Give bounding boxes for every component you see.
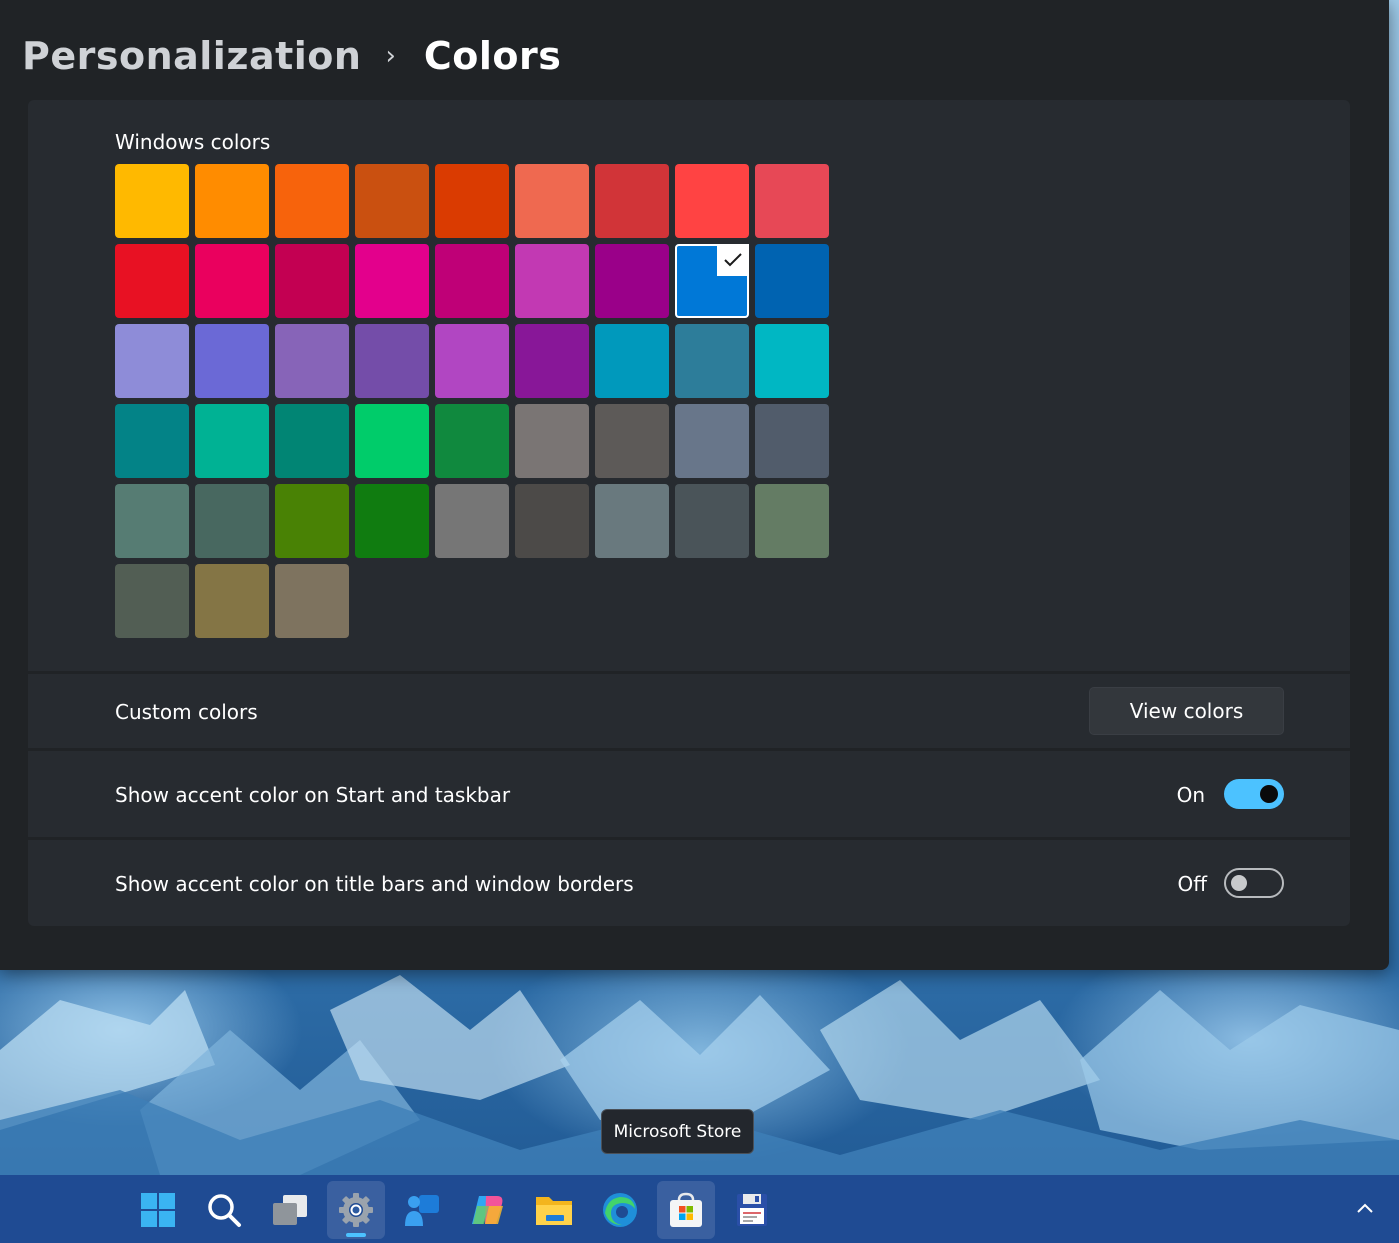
color-swatch[interactable]: [195, 404, 269, 478]
color-swatch[interactable]: [515, 244, 589, 318]
windows-colors-card: Windows colors: [28, 100, 1350, 671]
color-swatch[interactable]: [675, 324, 749, 398]
color-swatch[interactable]: [115, 404, 189, 478]
color-swatch[interactable]: [115, 564, 189, 638]
microsoft-store-icon[interactable]: [657, 1181, 715, 1239]
windows-start-icon[interactable]: [129, 1181, 187, 1239]
color-swatch[interactable]: [675, 484, 749, 558]
tooltip: Microsoft Store: [601, 1109, 754, 1154]
color-swatch[interactable]: [675, 244, 749, 318]
color-swatch[interactable]: [115, 244, 189, 318]
color-swatch[interactable]: [515, 164, 589, 238]
breadcrumb-personalization[interactable]: Personalization: [22, 34, 361, 78]
accent-start-taskbar-row: Show accent color on Start and taskbar O…: [28, 751, 1350, 837]
task-view-icon[interactable]: [261, 1181, 319, 1239]
color-swatch[interactable]: [275, 564, 349, 638]
color-swatch[interactable]: [755, 484, 829, 558]
color-swatch[interactable]: [435, 244, 509, 318]
color-swatch[interactable]: [195, 564, 269, 638]
search-icon[interactable]: [195, 1181, 253, 1239]
color-swatch[interactable]: [355, 324, 429, 398]
color-swatch[interactable]: [195, 484, 269, 558]
color-swatch[interactable]: [595, 484, 669, 558]
settings-window: Personalization › Colors Windows colors …: [0, 0, 1389, 970]
color-swatch[interactable]: [595, 324, 669, 398]
copilot-icon[interactable]: [459, 1181, 517, 1239]
color-swatch[interactable]: [435, 324, 509, 398]
toggle-knob: [1231, 875, 1247, 891]
custom-colors-label: Custom colors: [115, 700, 258, 724]
color-swatch[interactable]: [195, 244, 269, 318]
color-swatch[interactable]: [275, 404, 349, 478]
accent-start-taskbar-label: Show accent color on Start and taskbar: [115, 783, 511, 807]
chevron-up-icon[interactable]: [1353, 1197, 1377, 1221]
color-swatch[interactable]: [115, 324, 189, 398]
accent-start-taskbar-toggle[interactable]: [1224, 779, 1284, 809]
checkmark-icon: [717, 244, 749, 276]
color-swatch[interactable]: [275, 244, 349, 318]
color-swatch[interactable]: [755, 244, 829, 318]
color-swatch[interactable]: [595, 164, 669, 238]
color-swatch[interactable]: [275, 484, 349, 558]
color-swatch[interactable]: [195, 324, 269, 398]
color-swatch[interactable]: [355, 244, 429, 318]
color-swatch[interactable]: [355, 484, 429, 558]
breadcrumb: Personalization › Colors: [22, 28, 561, 84]
color-swatch[interactable]: [115, 164, 189, 238]
color-swatch[interactable]: [595, 404, 669, 478]
color-swatch[interactable]: [115, 484, 189, 558]
windows-colors-label: Windows colors: [115, 130, 271, 154]
accent-title-bars-toggle[interactable]: [1224, 868, 1284, 898]
color-swatch[interactable]: [515, 484, 589, 558]
color-swatch[interactable]: [515, 404, 589, 478]
color-swatch[interactable]: [435, 404, 509, 478]
color-swatch[interactable]: [755, 164, 829, 238]
color-swatch-grid: [115, 164, 829, 638]
accent-title-bars-row: Show accent color on title bars and wind…: [28, 840, 1350, 926]
color-swatch[interactable]: [435, 164, 509, 238]
edge-icon[interactable]: [591, 1181, 649, 1239]
taskbar: [0, 1175, 1399, 1243]
color-swatch[interactable]: [355, 164, 429, 238]
page-title: Colors: [423, 34, 562, 78]
floppy-app-icon[interactable]: [723, 1181, 781, 1239]
file-explorer-icon[interactable]: [525, 1181, 583, 1239]
active-app-indicator: [346, 1233, 366, 1237]
color-swatch[interactable]: [515, 324, 589, 398]
color-swatch[interactable]: [195, 164, 269, 238]
color-swatch[interactable]: [355, 404, 429, 478]
view-colors-button[interactable]: View colors: [1089, 687, 1284, 735]
color-swatch[interactable]: [755, 404, 829, 478]
color-swatch[interactable]: [275, 324, 349, 398]
color-swatch[interactable]: [675, 404, 749, 478]
accent-start-taskbar-state: On: [1176, 783, 1205, 807]
teams-icon[interactable]: [393, 1181, 451, 1239]
color-swatch[interactable]: [275, 164, 349, 238]
toggle-knob: [1260, 785, 1278, 803]
chevron-right-icon: ›: [385, 41, 396, 71]
custom-colors-row: Custom colors View colors: [28, 674, 1350, 748]
color-swatch[interactable]: [435, 484, 509, 558]
accent-title-bars-label: Show accent color on title bars and wind…: [115, 872, 634, 896]
color-swatch[interactable]: [755, 324, 829, 398]
accent-title-bars-state: Off: [1177, 872, 1207, 896]
settings-icon[interactable]: [327, 1181, 385, 1239]
color-swatch[interactable]: [675, 164, 749, 238]
color-swatch[interactable]: [595, 244, 669, 318]
